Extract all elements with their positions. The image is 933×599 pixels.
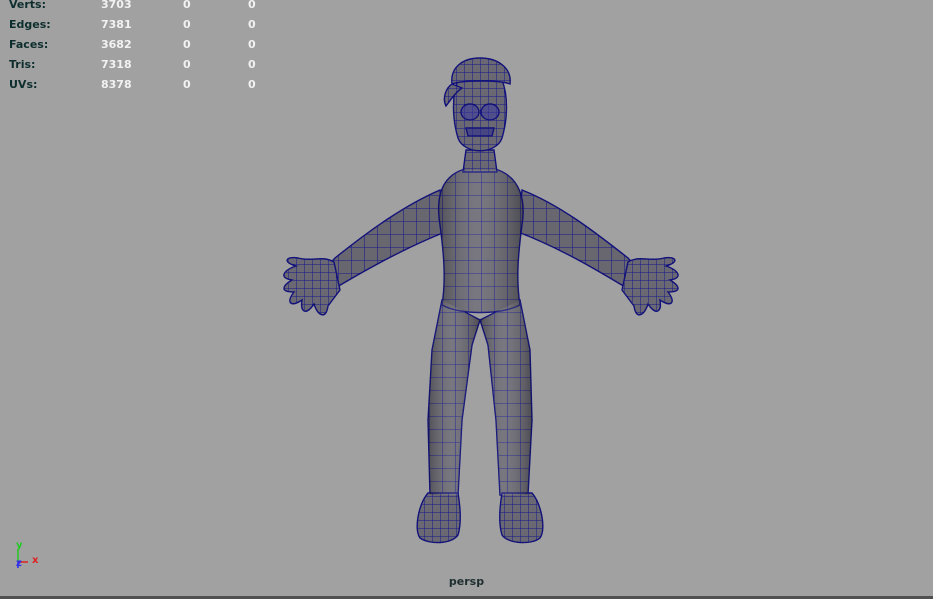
hud-row-verts: Verts: 3703 0 0 [0, 0, 300, 19]
hud-value: 3703 [101, 0, 132, 11]
hud-value: 0 [183, 78, 191, 91]
hud-value: 3682 [101, 38, 132, 51]
axis-z-label: z [16, 558, 22, 569]
hud-value: 0 [183, 0, 191, 11]
hud-value: 0 [248, 78, 256, 91]
hud-value: 0 [183, 18, 191, 31]
hud-row-uvs: UVs: 8378 0 0 [0, 79, 300, 99]
axis-x-label: x [32, 555, 39, 566]
axis-gizmo: y z x [12, 540, 46, 572]
hud-value: 0 [248, 58, 256, 71]
hud-value: 0 [183, 58, 191, 71]
hud-label: UVs: [9, 78, 38, 91]
hud-label: Tris: [9, 58, 36, 71]
hud-row-faces: Faces: 3682 0 0 [0, 39, 300, 59]
hud-value: 7318 [101, 58, 132, 71]
axis-y-label: y [16, 540, 23, 551]
hud-value: 0 [183, 38, 191, 51]
hud-row-edges: Edges: 7381 0 0 [0, 19, 300, 39]
hud-value: 0 [248, 18, 256, 31]
hud-value: 0 [248, 38, 256, 51]
hud-value: 7381 [101, 18, 132, 31]
camera-name-label: persp [448, 575, 485, 588]
mesh-shading [428, 170, 532, 495]
hud-label: Faces: [9, 38, 49, 51]
hud-label: Edges: [9, 18, 51, 31]
hud-label: Verts: [9, 0, 47, 11]
hud-value: 0 [248, 0, 256, 11]
hud-value: 8378 [101, 78, 132, 91]
hud-row-tris: Tris: 7318 0 0 [0, 59, 300, 79]
perspective-viewport[interactable]: Verts: 3703 0 0 Edges: 7381 0 0 Faces: 3… [0, 0, 933, 596]
poly-count-hud: Verts: 3703 0 0 Edges: 7381 0 0 Faces: 3… [0, 0, 300, 99]
